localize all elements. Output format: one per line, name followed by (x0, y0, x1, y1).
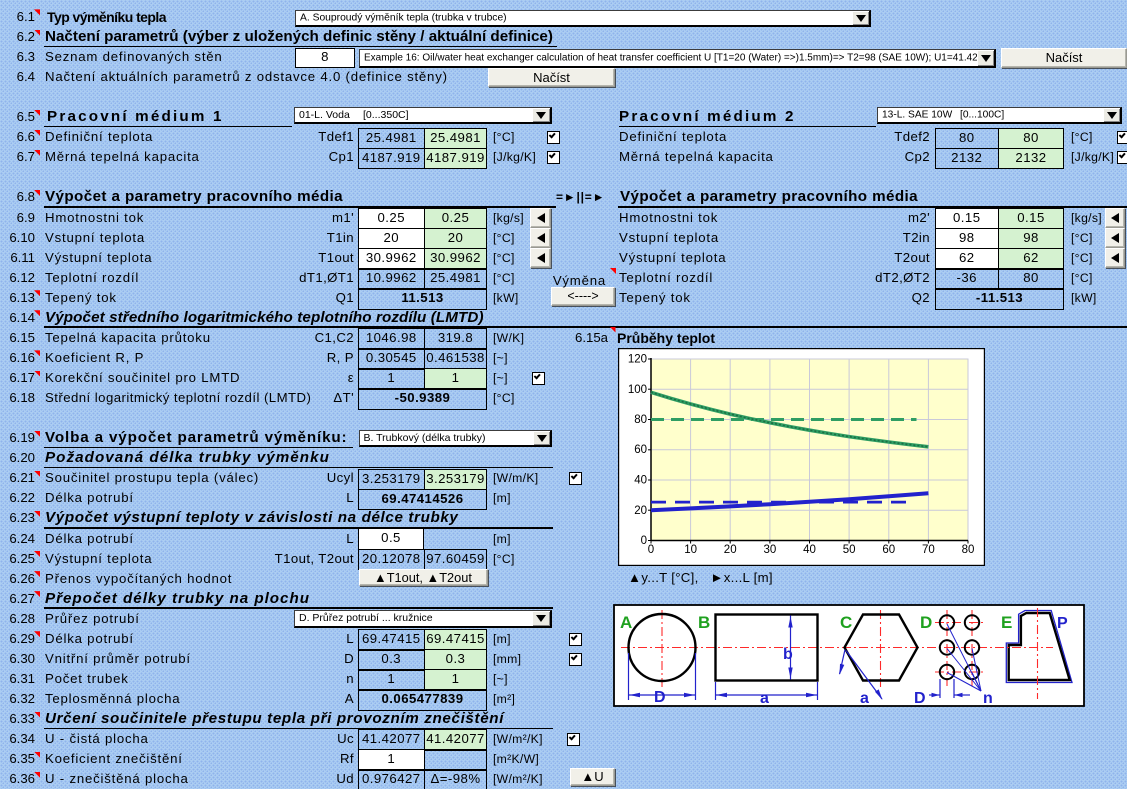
svg-text:80: 80 (634, 414, 647, 426)
svg-text:50: 50 (843, 544, 856, 556)
svg-text:0: 0 (648, 544, 654, 556)
svg-text:60: 60 (634, 444, 647, 456)
svg-text:a: a (860, 690, 869, 707)
svg-text:n: n (983, 690, 993, 707)
svg-text:40: 40 (803, 544, 816, 556)
svg-text:30: 30 (764, 544, 777, 556)
svg-text:A: A (620, 613, 632, 632)
svg-text:80: 80 (962, 544, 975, 556)
svg-text:10: 10 (684, 544, 697, 556)
svg-text:0: 0 (641, 535, 647, 547)
svg-text:B: B (698, 613, 710, 632)
svg-text:20: 20 (634, 505, 647, 517)
svg-text:120: 120 (628, 354, 647, 366)
svg-text:20: 20 (724, 544, 737, 556)
svg-text:D: D (920, 613, 932, 632)
svg-text:C: C (840, 613, 852, 632)
svg-text:D: D (914, 690, 926, 707)
svg-text:70: 70 (922, 544, 935, 556)
svg-text:E: E (1001, 613, 1012, 632)
svg-text:60: 60 (882, 544, 895, 556)
svg-text:100: 100 (628, 384, 647, 396)
svg-text:D: D (654, 689, 666, 706)
svg-text:a: a (760, 690, 769, 707)
svg-text:P: P (1057, 615, 1068, 632)
svg-text:b: b (783, 646, 793, 663)
svg-text:40: 40 (634, 475, 647, 487)
